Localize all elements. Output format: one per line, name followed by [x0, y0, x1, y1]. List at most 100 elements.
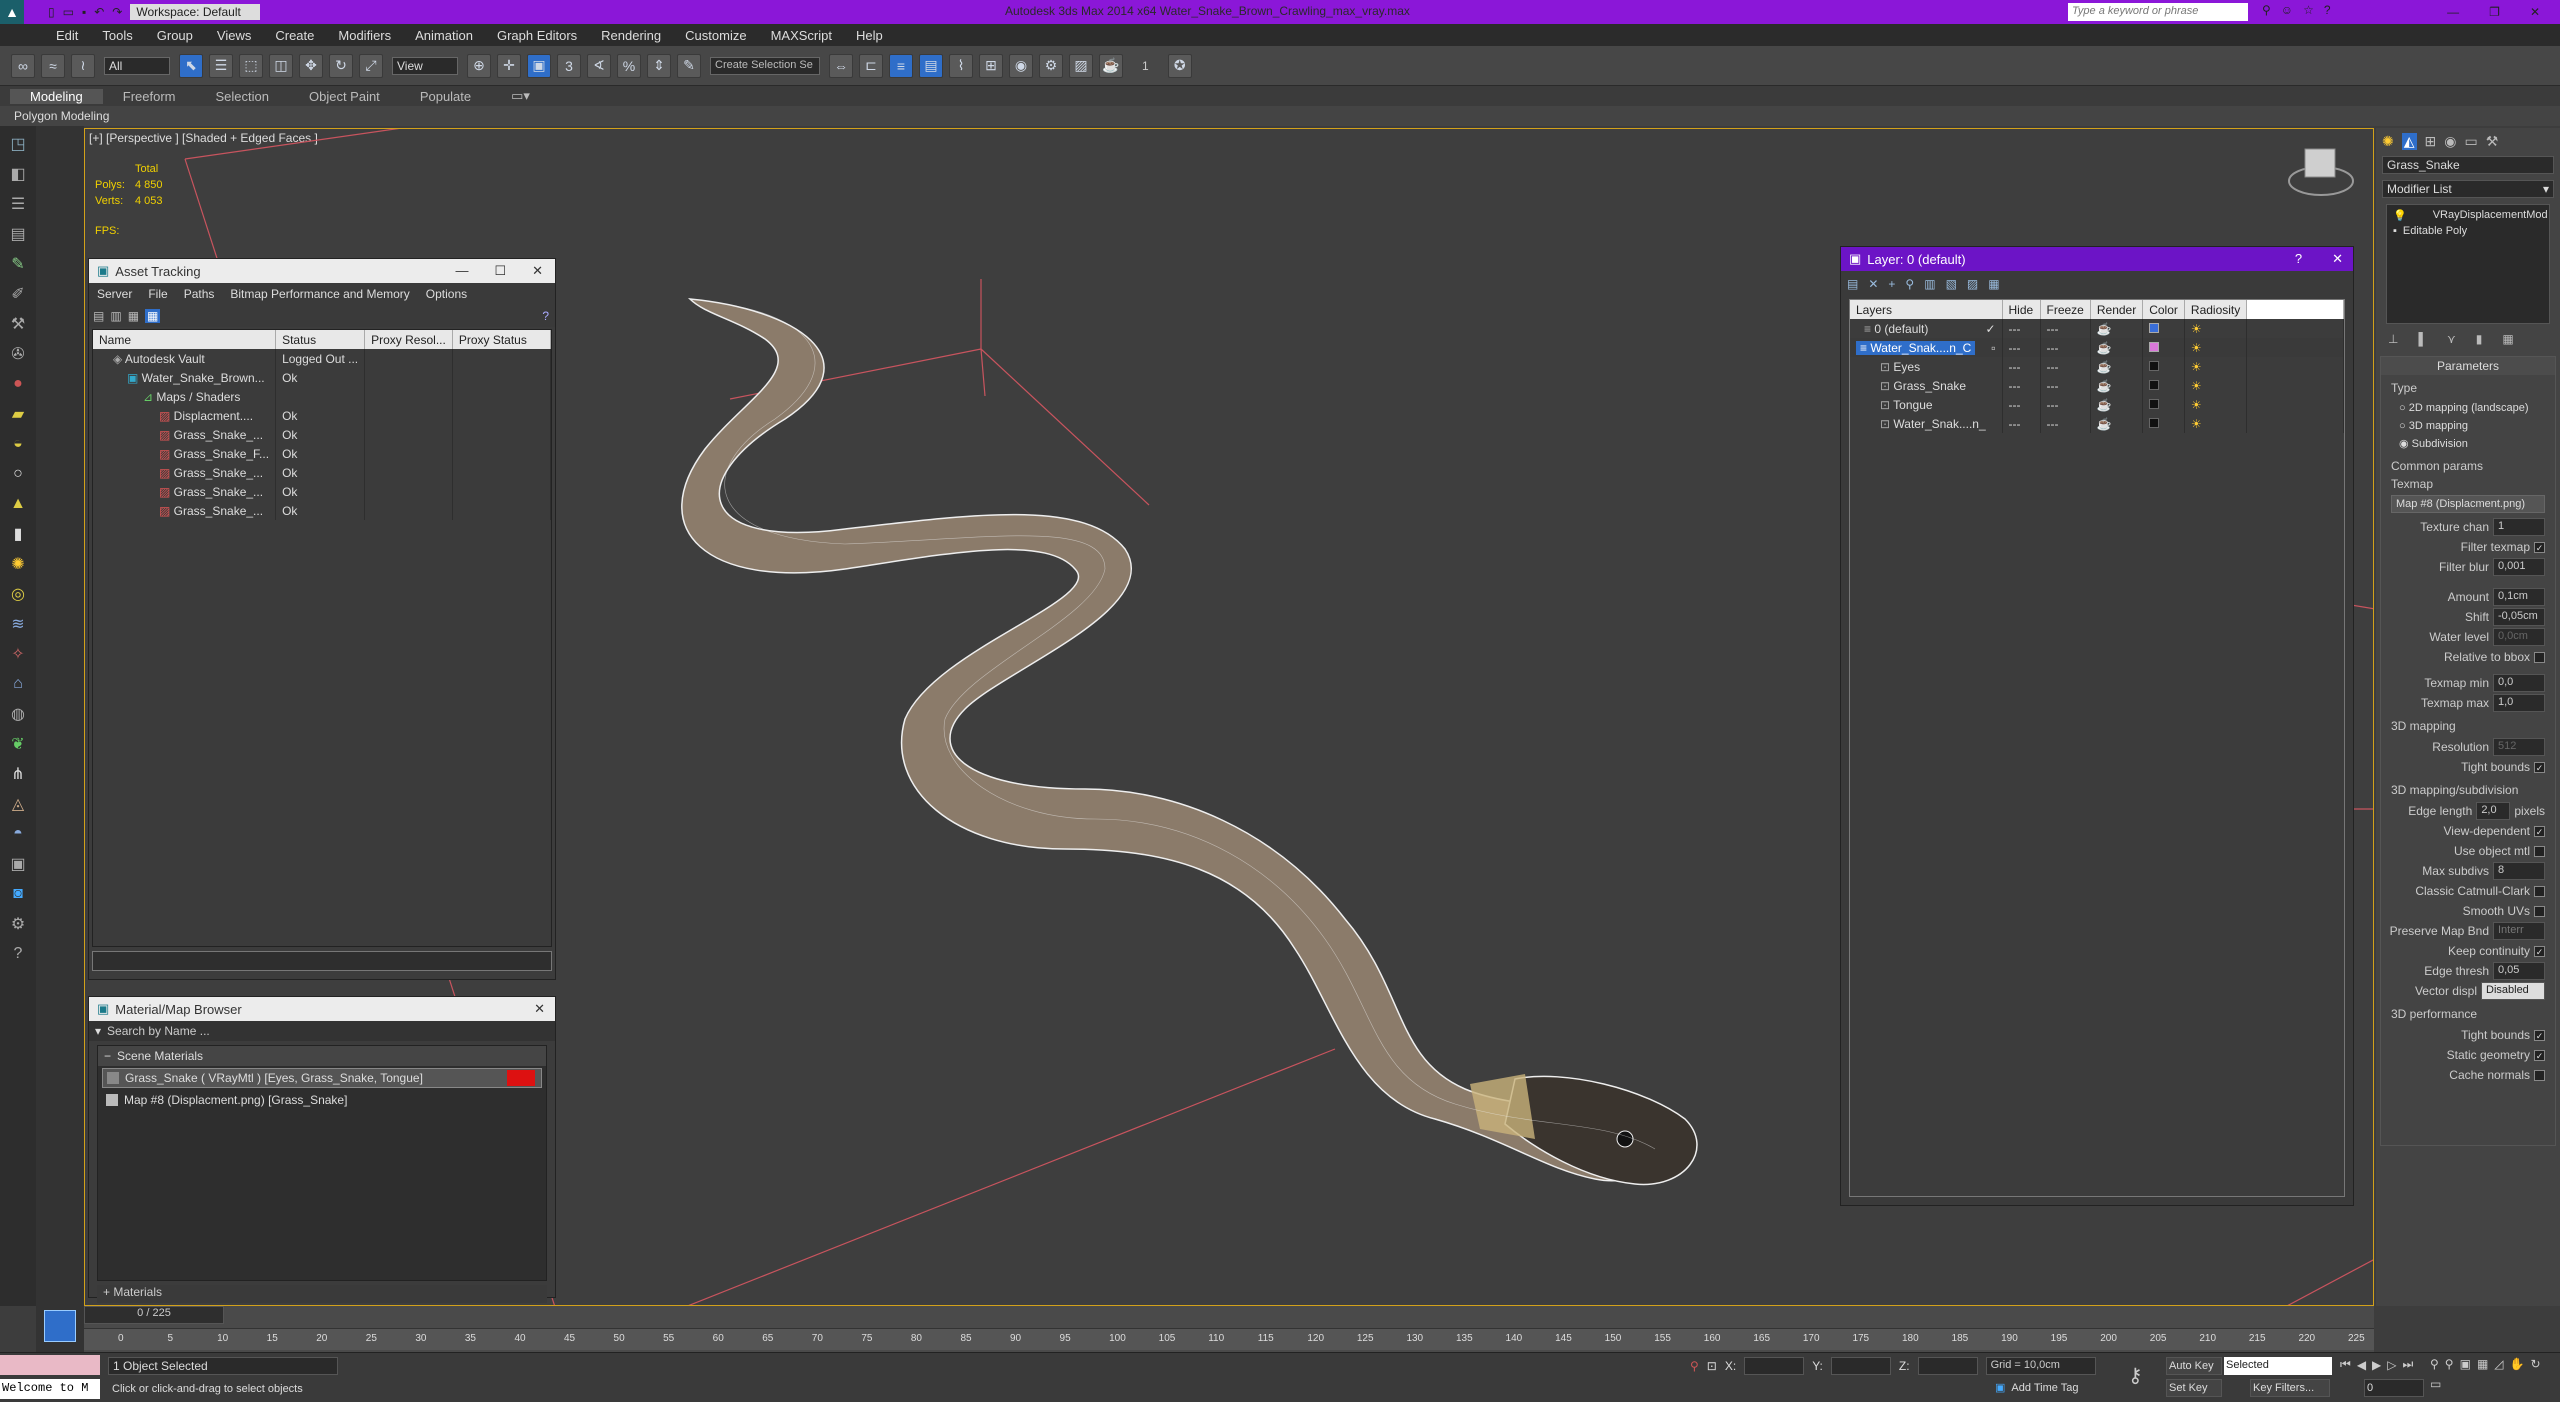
checkbox[interactable]: ✓ [2534, 761, 2545, 773]
param-texmap-min[interactable]: Texmap min 0,0 [2381, 673, 2555, 693]
parameters-header[interactable]: Parameters [2381, 357, 2555, 375]
render-teapot-icon[interactable]: ☕ [2090, 395, 2144, 414]
list-icon[interactable]: ☰ [6, 192, 30, 216]
workspace-dropdown[interactable]: Workspace: Default [130, 4, 261, 20]
radio-3d-mapping[interactable]: ○ 3D mapping [2399, 417, 2555, 435]
cylinder-icon[interactable]: ▮ [6, 522, 30, 546]
rotate-icon[interactable]: ↻ [329, 53, 353, 78]
display-icon[interactable]: ▣ [6, 852, 30, 876]
param-use-object-mtl[interactable]: Use object mtl [2381, 841, 2555, 861]
radiosity-icon[interactable]: ☀ [2184, 357, 2248, 376]
display-tab-icon[interactable]: ▭ [2464, 133, 2477, 150]
radiosity-icon[interactable]: ☀ [2184, 414, 2248, 433]
list-item[interactable]: Grass_Snake ( VRayMtl ) [Eyes, Grass_Sna… [102, 1068, 542, 1088]
freeze-toggle[interactable]: --- [2040, 395, 2091, 414]
next-frame-icon[interactable]: ▷ [2387, 1358, 2396, 1372]
menu-graph-editors[interactable]: Graph Editors [485, 28, 589, 43]
table-row[interactable]: ≡ 0 (default) ✓ --- --- ☕ ☀ [1850, 319, 2344, 338]
render-production-icon[interactable]: ☕ [1099, 53, 1123, 78]
material-search-input[interactable]: Search by Name ... [107, 1024, 210, 1038]
circle-icon[interactable]: ○ [6, 462, 30, 486]
details-icon[interactable]: ▦ [128, 309, 139, 323]
tab-populate[interactable]: Populate [400, 89, 491, 104]
param-value[interactable]: 0,001 [2493, 558, 2545, 576]
pivot-icon[interactable]: ⊕ [467, 53, 491, 78]
checkbox[interactable] [2534, 885, 2545, 897]
hide-toggle[interactable]: --- [2002, 395, 2041, 414]
checkbox[interactable]: ✓ [2534, 1049, 2545, 1061]
checkbox[interactable] [2534, 1069, 2545, 1081]
select-box-icon[interactable]: ▫ [1991, 341, 1995, 355]
menu-edit[interactable]: Edit [44, 28, 90, 43]
track-bar[interactable]: 0 5 10 15 20 25 30 35 40 45 50 55 60 65 70 75 80 85 90 95 10… [84, 1328, 2374, 1350]
light-icon[interactable]: ✺ [6, 552, 30, 576]
auto-key-button[interactable]: Auto Key [2166, 1357, 2222, 1375]
table-row[interactable]: ▣ Water_Snake_Brown... Ok [93, 368, 551, 387]
layer-titlebar[interactable]: ▣ Layer: 0 (default) ? ✕ [1841, 247, 2353, 271]
snap-3d-icon[interactable]: 3 [557, 53, 581, 78]
layer-color[interactable] [2142, 414, 2185, 433]
selection-filter-dropdown[interactable]: All [104, 56, 170, 75]
param-tight-bounds[interactable]: Tight bounds ✓ [2381, 757, 2555, 777]
param-edge-length[interactable]: Edge length 2,0 pixels [2381, 801, 2555, 821]
render-teapot-icon[interactable]: ☕ [2090, 357, 2144, 376]
freeze-toggle[interactable]: --- [2040, 319, 2091, 338]
radiosity-icon[interactable]: ☀ [2184, 338, 2248, 357]
col-color[interactable]: Color [2142, 300, 2185, 319]
align-icon[interactable]: ⊏ [859, 53, 883, 78]
absolute-mode-icon[interactable]: ⊡ [1707, 1359, 1717, 1373]
tab-object-paint[interactable]: Object Paint [289, 89, 400, 104]
freeze-toggle[interactable]: --- [2040, 414, 2091, 433]
table-view-icon[interactable]: ▦ [145, 309, 161, 323]
checkbox[interactable]: ✓ [2534, 825, 2545, 837]
maxscript-mini-listener[interactable]: Welcome to M [0, 1379, 100, 1399]
close-icon[interactable]: ✕ [2530, 5, 2540, 19]
layer-color[interactable] [2142, 376, 2185, 395]
checkbox[interactable] [2534, 651, 2545, 663]
table-row[interactable]: ≡ Water_Snak....n_C ▫ --- --- ☕ ☀ [1850, 338, 2344, 357]
cloth-icon[interactable]: ◬ [6, 792, 30, 816]
bind-spacewarp-icon[interactable]: ≀ [71, 53, 95, 78]
mini-curve-icon[interactable] [44, 1310, 76, 1342]
plant-icon[interactable]: ❦ [6, 732, 30, 756]
utility-icon[interactable]: ⚙ [6, 912, 30, 936]
menu-file[interactable]: File [140, 287, 175, 301]
object-name-field[interactable]: Grass_Snake [2382, 156, 2554, 174]
materials-footer[interactable]: + Materials [97, 1285, 547, 1303]
menu-customize[interactable]: Customize [673, 28, 758, 43]
radio-2d-mapping[interactable]: ○ 2D mapping (landscape) [2399, 399, 2555, 417]
schematic-view-icon[interactable]: ⊞ [979, 53, 1003, 78]
key-filters-button[interactable]: Key Filters... [2250, 1379, 2330, 1397]
menu-options[interactable]: Options [418, 287, 475, 301]
close-icon[interactable]: ✕ [534, 1001, 555, 1017]
layer-color[interactable] [2142, 319, 2185, 338]
globe-icon[interactable]: ◍ [6, 702, 30, 726]
time-slider[interactable]: 0 / 225 [84, 1306, 224, 1324]
current-frame-field[interactable]: 0 [2364, 1379, 2424, 1397]
menu-views[interactable]: Views [205, 28, 263, 43]
key-icon[interactable]: ⚷ [2128, 1363, 2143, 1388]
layer-color[interactable] [2142, 357, 2185, 376]
param-relative-bbox[interactable]: Relative to bbox [2381, 647, 2555, 667]
menu-paths[interactable]: Paths [176, 287, 223, 301]
param-classic-catmull[interactable]: Classic Catmull-Clark [2381, 881, 2555, 901]
maxscript-listener-pink[interactable] [0, 1355, 100, 1375]
motion-tab-icon[interactable]: ◉ [2444, 133, 2456, 150]
ref-coord-dropdown[interactable]: View [392, 56, 458, 75]
close-icon[interactable]: ✕ [2332, 251, 2343, 267]
asset-path-field[interactable] [92, 951, 552, 971]
table-row[interactable]: ▨ Grass_Snake_... Ok [93, 501, 551, 520]
z-field[interactable] [1917, 1357, 1978, 1375]
table-row[interactable]: ⊿ Maps / Shaders [93, 387, 551, 406]
snake-head[interactable] [1504, 1075, 1698, 1186]
param-value[interactable]: 512 [2493, 738, 2545, 756]
param-filter-blur[interactable]: Filter blur 0,001 [2381, 557, 2555, 577]
app-logo-icon[interactable]: ▲ [0, 0, 24, 24]
pin-stack-icon[interactable]: ⊥ [2388, 332, 2398, 346]
freeze-toggle[interactable]: --- [2040, 357, 2091, 376]
select-manipulate-icon[interactable]: ✛ [497, 53, 521, 78]
param-value[interactable]: 0,1cm [2493, 588, 2545, 606]
helper-icon[interactable]: ◎ [6, 582, 30, 606]
col-proxy-res[interactable]: Proxy Resol... [364, 330, 453, 349]
camera-icon[interactable]: ⌂ [6, 672, 30, 696]
